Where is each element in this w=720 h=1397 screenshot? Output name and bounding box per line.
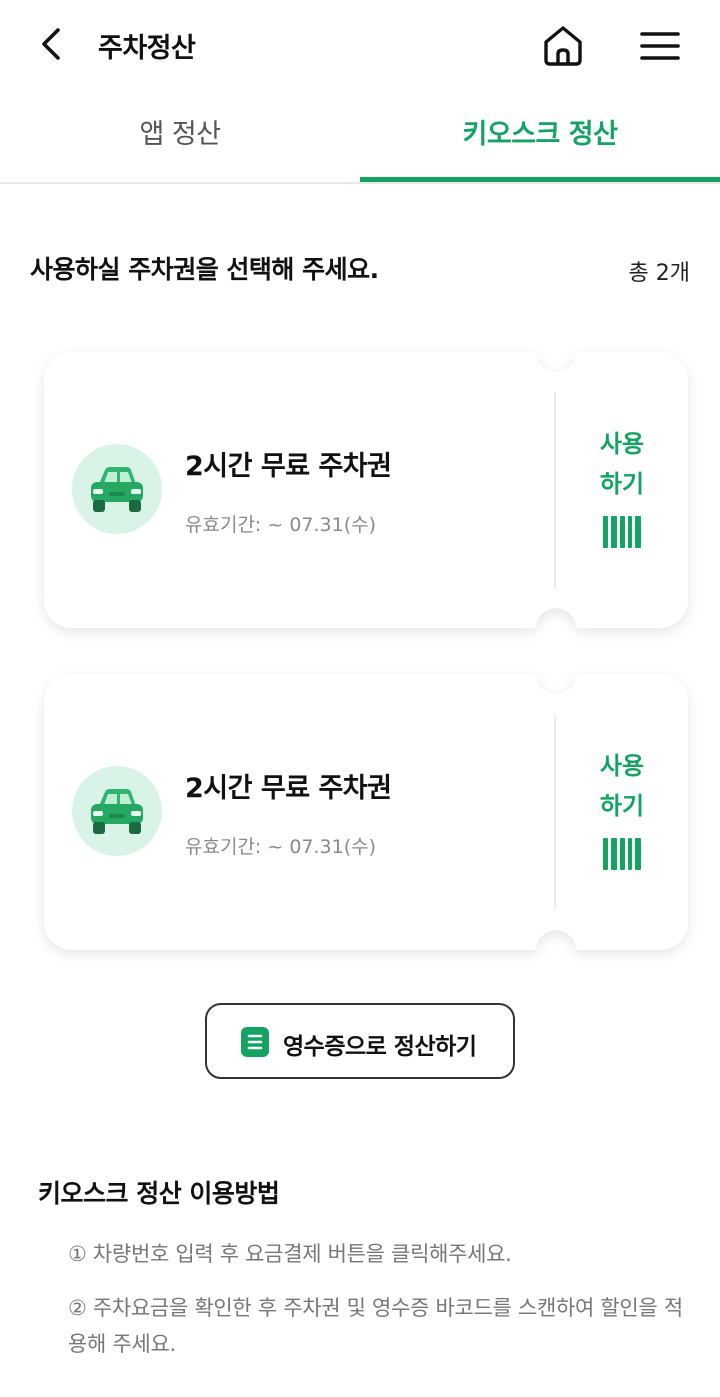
page-title: 주차정산 bbox=[98, 33, 196, 64]
use-coupon-button[interactable]: 사용 하기 bbox=[572, 746, 672, 876]
receipt-icon bbox=[241, 1027, 269, 1057]
parking-coupon-card[interactable]: 2시간 무료 주차권 유효기간: ~ 07.31(수) 사용 하기 bbox=[32, 352, 688, 628]
home-icon bbox=[544, 26, 582, 66]
coupon-expiry: 유효기간: ~ 07.31(수) bbox=[185, 836, 377, 858]
barcode-icon bbox=[603, 838, 641, 870]
use-label-line1: 사용 bbox=[599, 430, 645, 458]
coupon-divider bbox=[554, 714, 556, 910]
tab-kiosk-payment[interactable]: 키오스크 정산 bbox=[360, 92, 720, 182]
payment-tabs: 앱 정산 키오스크 정산 bbox=[0, 92, 720, 184]
coupon-name: 2시간 무료 주차권 bbox=[185, 451, 392, 482]
pay-with-receipt-button[interactable]: 영수증으로 정산하기 bbox=[205, 1003, 515, 1079]
parking-coupon-card[interactable]: 2시간 무료 주차권 유효기간: ~ 07.31(수) 사용 하기 bbox=[32, 674, 688, 950]
app-header: 주차정산 bbox=[0, 0, 720, 92]
guide-step: ② 주차요금을 확인한 후 주차권 및 영수증 바코드를 스캔하여 할인을 적용… bbox=[68, 1296, 683, 1356]
car-icon-badge bbox=[72, 444, 162, 534]
back-arrow-icon bbox=[42, 28, 60, 60]
barcode-icon bbox=[603, 516, 641, 548]
use-label-line2: 하기 bbox=[599, 470, 645, 498]
car-icon bbox=[91, 789, 143, 834]
car-icon-badge bbox=[72, 766, 162, 856]
guide-title: 키오스크 정산 이용방법 bbox=[38, 1179, 280, 1208]
back-button[interactable] bbox=[30, 22, 74, 66]
active-tab-indicator bbox=[360, 177, 720, 182]
use-coupon-button[interactable]: 사용 하기 bbox=[572, 424, 672, 554]
guide-step: ① 차량번호 입력 후 요금결제 버튼을 클릭해주세요. bbox=[68, 1242, 512, 1266]
coupon-divider bbox=[554, 392, 556, 588]
use-label-line1: 사용 bbox=[599, 752, 645, 780]
section-title: 사용하실 주차권을 선택해 주세요. bbox=[30, 255, 379, 284]
guide-steps: ① 차량번호 입력 후 요금결제 버튼을 클릭해주세요. ② 주차요금을 확인한… bbox=[68, 1236, 688, 1380]
tab-app-payment[interactable]: 앱 정산 bbox=[0, 92, 360, 182]
receipt-button-label: 영수증으로 정산하기 bbox=[283, 1034, 477, 1060]
menu-button[interactable] bbox=[634, 20, 686, 70]
use-label-line2: 하기 bbox=[599, 792, 645, 820]
home-button[interactable] bbox=[538, 20, 588, 70]
coupon-count: 총 2개 bbox=[628, 261, 690, 286]
car-icon bbox=[91, 467, 143, 512]
coupon-expiry: 유효기간: ~ 07.31(수) bbox=[185, 514, 377, 536]
coupon-name: 2시간 무료 주차권 bbox=[185, 773, 392, 804]
hamburger-menu-icon bbox=[640, 32, 680, 60]
